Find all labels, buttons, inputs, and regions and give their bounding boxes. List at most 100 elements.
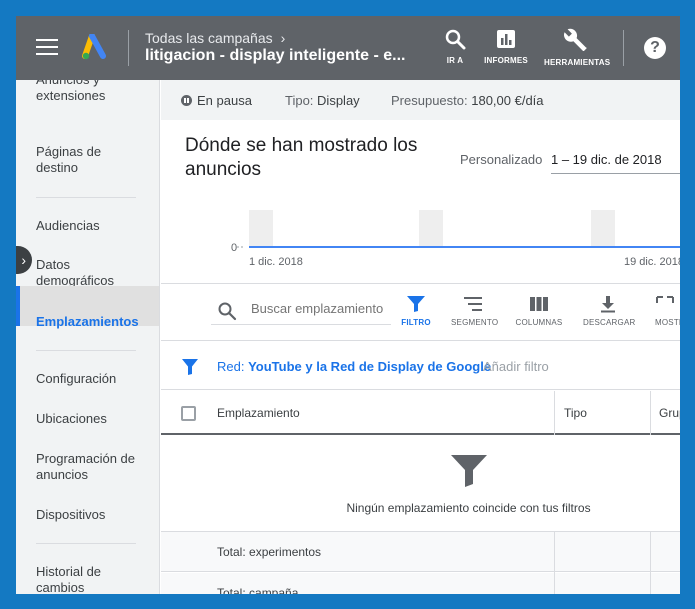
search-icon — [218, 302, 237, 321]
sidebar-item-label: Historial de cambios — [36, 564, 102, 594]
sidebar-item-label: Ubicaciones — [36, 411, 107, 426]
total-label: Total: campaña — [217, 586, 299, 594]
google-ads-logo — [82, 34, 106, 60]
date-range-picker[interactable]: 1 – 19 dic. de 2018 — [551, 152, 680, 174]
filter-bar: Red: YouTube y la Red de Display de Goog… — [161, 342, 680, 390]
column-header-type[interactable]: Tipo — [564, 406, 587, 420]
network-filter-chip[interactable]: Red: YouTube y la Red de Display de Goog… — [217, 359, 491, 374]
empty-message: Ningún emplazamiento coincide con tus fi… — [346, 501, 591, 515]
empty-state: Ningún emplazamiento coincide con tus fi… — [161, 436, 680, 532]
go-to-label: IR A — [446, 56, 464, 65]
top-app-bar: Todas las campañas › litigacion - display… — [16, 16, 680, 80]
divider — [623, 30, 624, 66]
reports-button[interactable]: INFORMES — [483, 28, 529, 65]
sidebar-item-audiences[interactable]: Audiencias — [36, 218, 100, 234]
filter-label: FILTRO — [401, 318, 431, 327]
campaign-type: Tipo: Display — [285, 93, 360, 108]
column-header-placement[interactable]: Emplazamiento — [217, 406, 300, 420]
filter-button[interactable]: FILTRO — [401, 295, 431, 327]
date-range-label: Personalizado — [460, 152, 543, 167]
sidebar-divider — [36, 197, 136, 198]
segment-label: SEGMENTO — [451, 318, 499, 327]
chart-card: Dónde se han mostrado los anuncios Perso… — [161, 120, 680, 284]
go-to-button[interactable]: IR A — [443, 28, 467, 65]
column-divider — [650, 532, 651, 594]
main-content: En pausa Tipo: Display Presupuesto: 180,… — [161, 80, 680, 594]
sidebar-item-ad-schedule[interactable]: Programación de anuncios — [36, 451, 146, 483]
table-toolbar: FILTRO SEGMENTO COLUMNAS DESCARGAR MOSTR… — [161, 285, 680, 341]
columns-icon — [530, 297, 548, 311]
sidebar-item-settings[interactable]: Configuración — [36, 371, 116, 387]
table-header: Emplazamiento Tipo Grupo de anuncios — [161, 391, 680, 435]
search-input[interactable] — [251, 301, 389, 316]
reports-icon — [497, 30, 515, 48]
sidebar-item-label: Programación de anuncios — [36, 451, 135, 482]
add-filter-button[interactable]: Añadir filtro — [483, 359, 549, 374]
sidebar: Anuncios y extensiones Páginas de destin… — [16, 80, 160, 594]
type-value: Display — [317, 93, 360, 108]
tools-button[interactable]: HERRAMIENTAS — [544, 28, 611, 67]
sidebar-item-label: Audiencias — [36, 218, 100, 233]
sidebar-item-label: Páginas de destino — [36, 144, 102, 175]
segment-button[interactable]: SEGMENTO — [451, 295, 499, 327]
chevron-right-icon: › — [280, 30, 286, 46]
sidebar-item-demographics[interactable]: Datos demográficos — [36, 257, 136, 289]
sidebar-item-label: Dispositivos — [36, 507, 106, 522]
download-button[interactable]: DESCARGAR — [583, 295, 636, 327]
chart-plot: 0 1 dic. 2018 19 dic. 2018 — [231, 210, 680, 268]
menu-icon[interactable] — [36, 39, 58, 57]
weekend-band — [591, 210, 615, 247]
sidebar-item-label: Datos demográficos — [36, 257, 115, 288]
expand-button[interactable]: MOSTRAR — [655, 295, 680, 327]
column-header-ad-group[interactable]: Grupo de anuncios — [659, 406, 680, 420]
select-all-checkbox[interactable] — [181, 406, 196, 421]
column-divider — [650, 391, 651, 435]
pause-icon — [181, 95, 192, 106]
budget-value: 180,00 €/día — [471, 93, 544, 108]
campaign-title[interactable]: litigacion - display inteligente - e... — [145, 47, 405, 65]
sidebar-item-placements[interactable]: Emplazamientos — [36, 314, 139, 330]
columns-button[interactable]: COLUMNAS — [515, 295, 563, 327]
total-label: Total: experimentos — [217, 545, 322, 559]
campaign-status-bar: En pausa Tipo: Display Presupuesto: 180,… — [161, 80, 680, 120]
sidebar-item-change-history[interactable]: Historial de cambios — [36, 564, 126, 594]
status-badge: En pausa — [181, 93, 252, 108]
sidebar-divider — [36, 543, 136, 544]
x-tick-label: 1 dic. 2018 — [249, 256, 303, 268]
search-box — [211, 297, 391, 325]
divider — [128, 30, 129, 66]
sidebar-item-landing-pages[interactable]: Páginas de destino — [36, 144, 136, 176]
breadcrumb[interactable]: Todas las campañas › — [145, 30, 285, 46]
y-tick-label: 0 — [231, 242, 237, 254]
filter-prefix: Red: — [217, 359, 245, 374]
type-label: Tipo: — [285, 93, 314, 108]
breadcrumb-label: Todas las campañas — [145, 30, 273, 46]
sidebar-item-label: Configuración — [36, 371, 117, 386]
campaign-budget: Presupuesto: 180,00 €/día — [391, 93, 544, 108]
filter-icon — [182, 359, 198, 375]
filter-icon — [407, 296, 425, 312]
sidebar-item-locations[interactable]: Ubicaciones — [36, 411, 107, 427]
reports-label: INFORMES — [484, 56, 528, 65]
columns-label: COLUMNAS — [515, 318, 563, 327]
sidebar-item-label: Anuncios y extensiones — [36, 80, 106, 103]
weekend-band — [249, 210, 273, 247]
download-label: DESCARGAR — [583, 318, 636, 327]
segment-icon — [464, 297, 482, 311]
filter-icon — [451, 455, 487, 487]
table-row: Total: campaña — [161, 573, 680, 594]
sidebar-divider — [36, 350, 136, 351]
tools-label: HERRAMIENTAS — [544, 58, 611, 67]
filter-value: YouTube y la Red de Display de Google — [248, 359, 492, 374]
expand-label: MOSTRAR — [655, 318, 680, 327]
table-row: Total: experimentos — [161, 532, 680, 572]
sidebar-item-devices[interactable]: Dispositivos — [36, 507, 105, 523]
app-window: Todas las campañas › litigacion - display… — [16, 16, 680, 594]
sidebar-item-ads-extensions[interactable]: Anuncios y extensiones — [36, 80, 159, 104]
chart-title: Dónde se han mostrado los anuncios — [185, 135, 418, 180]
chevron-right-icon: › — [21, 252, 26, 268]
wrench-icon — [564, 28, 587, 51]
x-tick-label: 19 dic. 2018 — [624, 256, 680, 268]
help-icon[interactable]: ? — [644, 37, 666, 59]
column-divider — [554, 532, 555, 594]
